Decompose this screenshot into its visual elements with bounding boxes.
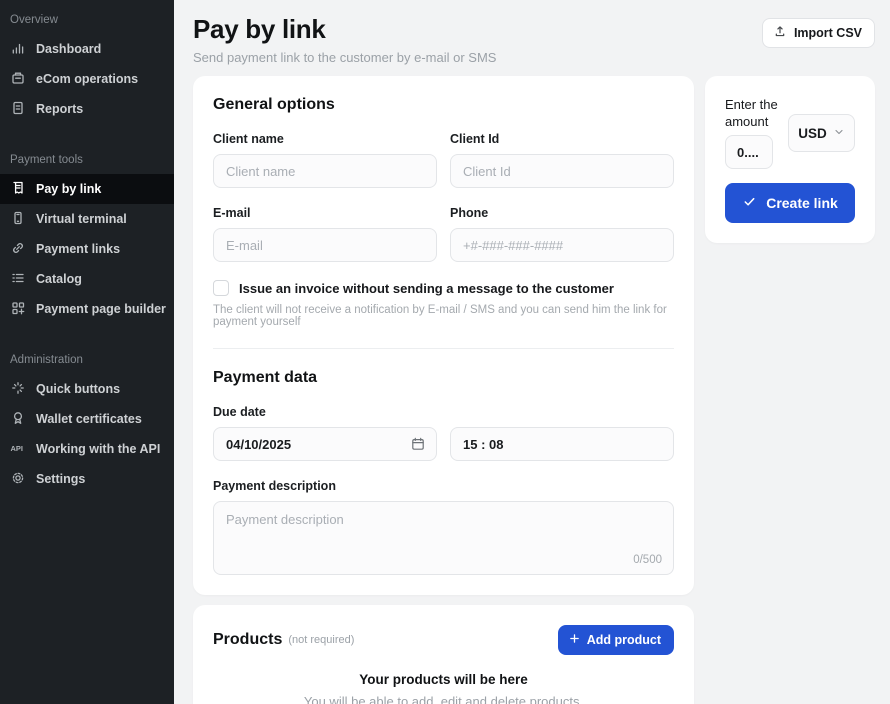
- sidebar-item-settings[interactable]: Settings: [0, 464, 174, 494]
- invoice-icon: [10, 180, 26, 199]
- client-id-label: Client Id: [450, 132, 674, 146]
- sidebar-item-dashboard[interactable]: Dashboard: [0, 34, 174, 64]
- sidebar-item-catalog[interactable]: Catalog: [0, 264, 174, 294]
- client-name-input[interactable]: [213, 154, 437, 188]
- sidebar-section-overview: Overview: [0, 13, 174, 27]
- main-content: Pay by link Send payment link to the cus…: [174, 0, 890, 704]
- sidebar-item-label: Working with the API: [36, 442, 160, 456]
- payment-description-label: Payment description: [213, 479, 674, 493]
- sidebar-section-administration: Administration: [0, 353, 174, 367]
- upload-icon: [773, 24, 787, 41]
- link-icon: [10, 240, 26, 259]
- payment-description-textarea[interactable]: [213, 501, 674, 575]
- pos-terminal-icon: [10, 70, 26, 89]
- description-char-counter: 0/500: [633, 554, 662, 566]
- products-not-required-hint: (not required): [288, 634, 354, 646]
- amount-label: Enter the amount: [725, 96, 787, 130]
- sidebar-item-working-with-the-api[interactable]: API Working with the API: [0, 434, 174, 464]
- sidebar-item-reports[interactable]: Reports: [0, 94, 174, 124]
- sidebar-item-label: Wallet certificates: [36, 412, 142, 426]
- general-options-heading: General options: [213, 96, 674, 114]
- sparkle-icon: [10, 380, 26, 399]
- sidebar-item-payment-page-builder[interactable]: Payment page builder: [0, 294, 174, 324]
- chevron-down-icon: [833, 126, 845, 141]
- plus-icon: [568, 632, 581, 648]
- sidebar-item-label: Payment links: [36, 242, 120, 256]
- gear-icon: [10, 470, 26, 489]
- due-time-label-spacer: [450, 405, 674, 419]
- sidebar-item-quick-buttons[interactable]: Quick buttons: [0, 374, 174, 404]
- add-product-button[interactable]: Add product: [558, 625, 674, 655]
- sidebar-item-label: Settings: [36, 472, 85, 486]
- grid-plus-icon: [10, 300, 26, 319]
- svg-text:API: API: [11, 444, 24, 453]
- products-empty-subtitle: You will be able to add, edit and delete…: [213, 694, 674, 704]
- products-heading: Products: [213, 631, 282, 649]
- currency-value: USD: [798, 126, 827, 141]
- sidebar-item-label: Pay by link: [36, 182, 101, 196]
- bar-chart-icon: [10, 40, 26, 59]
- products-empty-title: Your products will be here: [213, 672, 674, 687]
- issue-invoice-note: The client will not receive a notificati…: [213, 304, 674, 328]
- pay-by-link-form-card: General options Client name Client Id E-…: [193, 76, 694, 595]
- sidebar-item-payment-links[interactable]: Payment links: [0, 234, 174, 264]
- sidebar-item-label: Virtual terminal: [36, 212, 127, 226]
- create-link-button[interactable]: Create link: [725, 183, 855, 223]
- products-empty-state: Your products will be here You will be a…: [213, 672, 674, 704]
- sidebar-item-label: Reports: [36, 102, 83, 116]
- badge-icon: [10, 410, 26, 429]
- import-csv-button[interactable]: Import CSV: [762, 18, 875, 48]
- sidebar-item-ecom-operations[interactable]: eCom operations: [0, 64, 174, 94]
- sidebar-item-label: Payment page builder: [36, 302, 166, 316]
- payment-data-heading: Payment data: [213, 369, 674, 387]
- sidebar-item-pay-by-link[interactable]: Pay by link: [0, 174, 174, 204]
- payment-description-field-group: Payment description 0/500: [213, 479, 674, 575]
- email-label: E-mail: [213, 206, 437, 220]
- email-field-group: E-mail: [213, 206, 437, 262]
- calendar-icon[interactable]: [410, 436, 426, 457]
- due-date-field-group: Due date: [213, 405, 437, 461]
- sidebar-item-label: Quick buttons: [36, 382, 120, 396]
- amount-panel: Enter the amount USD Create link: [705, 76, 875, 243]
- sidebar-item-label: Dashboard: [36, 42, 101, 56]
- issue-invoice-checkbox-row[interactable]: Issue an invoice without sending a messa…: [213, 280, 674, 296]
- sidebar: Overview Dashboard eCom operations Repor…: [0, 0, 174, 704]
- products-card: Products (not required) Add product Your…: [193, 605, 694, 704]
- report-icon: [10, 100, 26, 119]
- sidebar-item-wallet-certificates[interactable]: Wallet certificates: [0, 404, 174, 434]
- mobile-icon: [10, 210, 26, 229]
- amount-input[interactable]: [725, 135, 773, 169]
- sidebar-item-label: Catalog: [36, 272, 82, 286]
- client-name-label: Client name: [213, 132, 437, 146]
- issue-invoice-checkbox-label: Issue an invoice without sending a messa…: [239, 281, 614, 296]
- check-icon: [742, 194, 757, 212]
- due-time-field-group: [450, 405, 674, 461]
- phone-field-group: Phone: [450, 206, 674, 262]
- currency-select[interactable]: USD: [788, 114, 855, 152]
- page-subtitle: Send payment link to the customer by e-m…: [193, 50, 875, 65]
- due-date-input[interactable]: [213, 427, 437, 461]
- email-input[interactable]: [213, 228, 437, 262]
- due-time-input[interactable]: [450, 427, 674, 461]
- sidebar-section-payment-tools: Payment tools: [0, 153, 174, 167]
- client-id-input[interactable]: [450, 154, 674, 188]
- list-icon: [10, 270, 26, 289]
- phone-input[interactable]: [450, 228, 674, 262]
- issue-invoice-checkbox[interactable]: [213, 280, 229, 296]
- client-id-field-group: Client Id: [450, 132, 674, 188]
- client-name-field-group: Client name: [213, 132, 437, 188]
- phone-label: Phone: [450, 206, 674, 220]
- sidebar-item-label: eCom operations: [36, 72, 138, 86]
- section-divider: [213, 348, 674, 349]
- sidebar-item-virtual-terminal[interactable]: Virtual terminal: [0, 204, 174, 234]
- due-date-label: Due date: [213, 405, 437, 419]
- api-icon: API: [10, 440, 26, 459]
